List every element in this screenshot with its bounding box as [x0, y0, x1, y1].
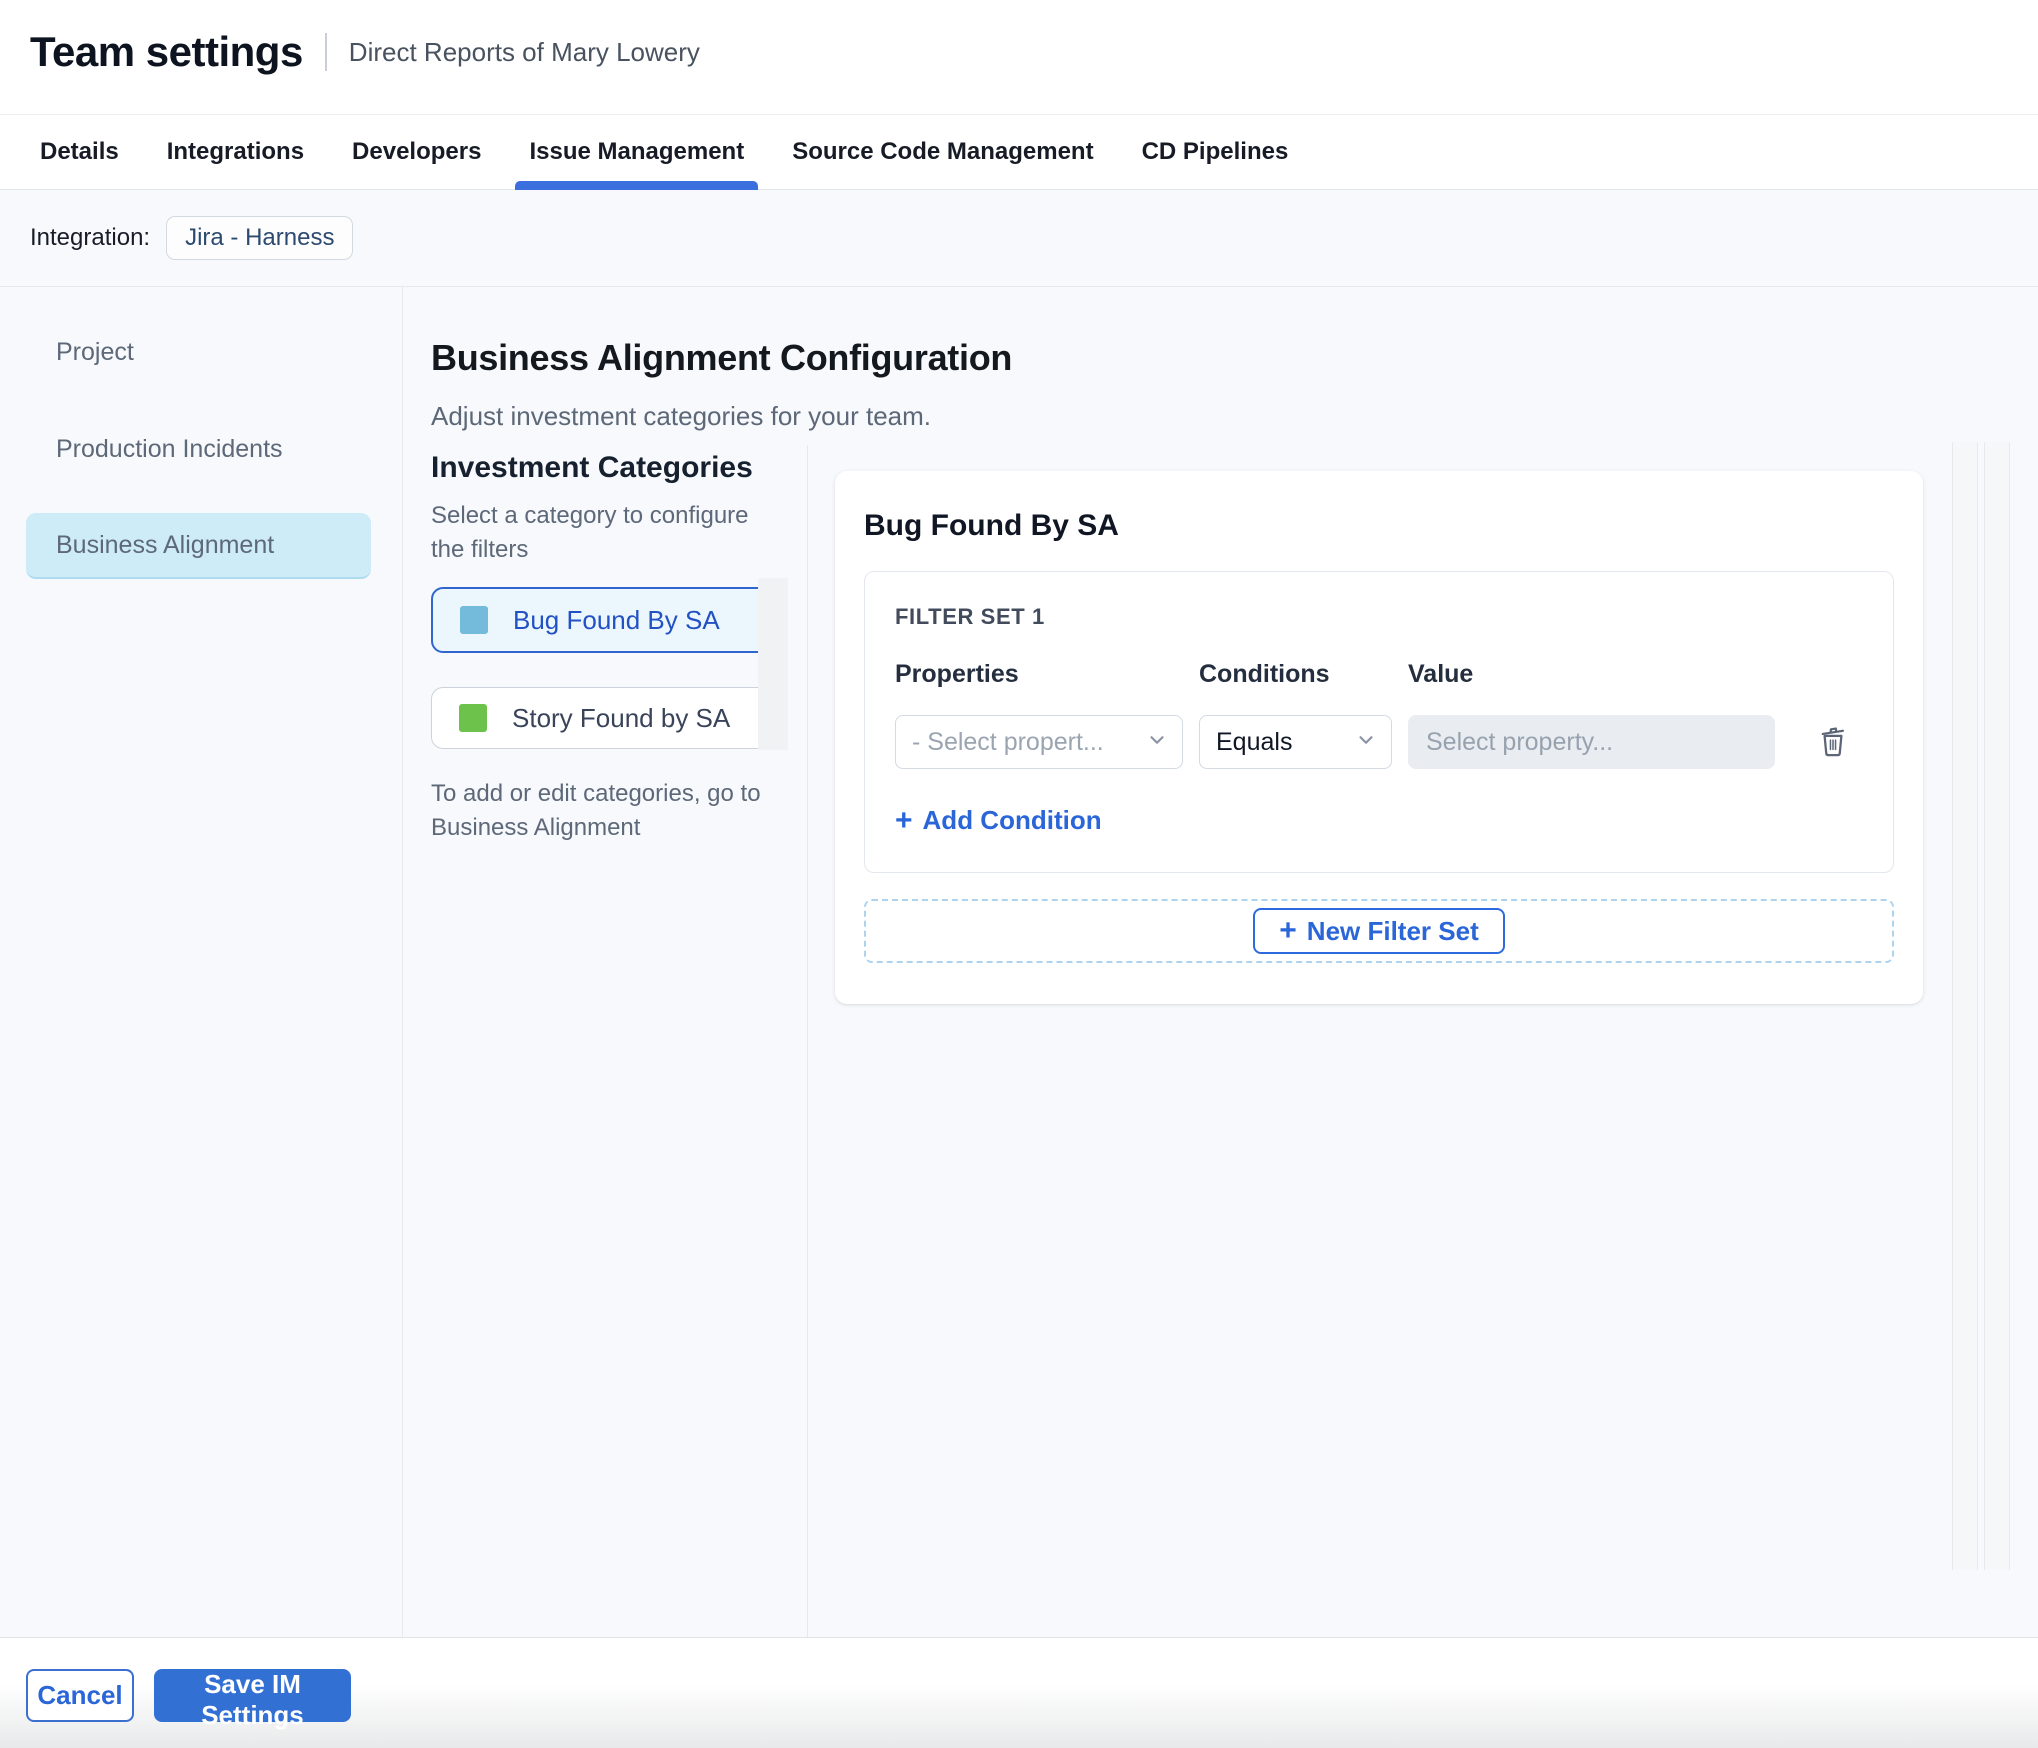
category-color-swatch-blue: [460, 606, 488, 634]
integration-chip[interactable]: Jira - Harness: [166, 216, 354, 260]
conditions-select[interactable]: Equals: [1199, 715, 1392, 769]
column-header-properties: Properties: [895, 660, 1019, 688]
value-input[interactable]: [1408, 715, 1775, 769]
sidebar-item-business-alignment[interactable]: Business Alignment: [26, 513, 371, 579]
tab-developers[interactable]: Developers: [338, 115, 495, 189]
categories-list: Bug Found By SA Story Found by SA: [431, 587, 807, 749]
content-area: Integration: Jira - Harness Project Prod…: [0, 190, 2038, 1637]
category-detail-card: Bug Found By SA FILTER SET 1 Properties …: [835, 471, 1923, 1004]
section-title: Business Alignment Configuration: [431, 337, 1013, 378]
tab-bar: Details Integrations Developers Issue Ma…: [0, 114, 2038, 190]
scrollbar-track-outer: [1984, 442, 2010, 1570]
filter-condition-row: - Select propert... Equals: [895, 715, 1863, 769]
categories-divider: [807, 445, 808, 1637]
plus-icon: +: [1279, 914, 1297, 947]
new-filter-set-label: New Filter Set: [1306, 915, 1479, 946]
category-bug-found-by-sa[interactable]: Bug Found By SA: [431, 587, 776, 653]
main-panel: Business Alignment Configuration Adjust …: [403, 287, 2038, 1637]
header: Team settings Direct Reports of Mary Low…: [0, 0, 2038, 114]
sidebar-item-production-incidents[interactable]: Production Incidents: [26, 416, 371, 482]
category-label: Bug Found By SA: [513, 604, 720, 635]
filter-set-label: FILTER SET 1: [895, 604, 1045, 629]
settings-sidebar: Project Production Incidents Business Al…: [0, 287, 403, 1637]
filter-set-box: FILTER SET 1 Properties Conditions Value…: [864, 571, 1894, 873]
add-condition-label: Add Condition: [922, 805, 1102, 835]
column-header-conditions: Conditions: [1199, 660, 1330, 688]
sidebar-item-project[interactable]: Project: [26, 319, 371, 385]
section-subtitle: Adjust investment categories for your te…: [431, 401, 932, 431]
tab-issue-management[interactable]: Issue Management: [515, 115, 758, 190]
categories-panel: Investment Categories Select a category …: [431, 445, 807, 845]
tab-source-code-management[interactable]: Source Code Management: [778, 115, 1107, 189]
conditions-select-value: Equals: [1216, 727, 1293, 756]
cancel-button[interactable]: Cancel: [26, 1669, 134, 1722]
column-header-value: Value: [1408, 660, 1474, 688]
categories-title: Investment Categories: [431, 451, 753, 484]
title-divider: [324, 33, 327, 71]
page-title: Team settings: [30, 28, 303, 75]
new-filter-set-dropzone: + New Filter Set: [864, 899, 1894, 963]
category-color-swatch-green: [459, 704, 487, 732]
new-filter-set-button[interactable]: + New Filter Set: [1253, 908, 1505, 954]
footer-action-bar: Cancel Save IM Settings: [0, 1637, 2038, 1748]
plus-icon: +: [895, 803, 913, 837]
page-subtitle: Direct Reports of Mary Lowery: [348, 36, 700, 67]
tab-cd-pipelines[interactable]: CD Pipelines: [1128, 115, 1303, 189]
integration-label: Integration:: [30, 224, 151, 251]
add-condition-button[interactable]: + Add Condition: [895, 805, 1102, 836]
tab-details[interactable]: Details: [26, 115, 133, 189]
category-detail-panel: Bug Found By SA FILTER SET 1 Properties …: [835, 445, 1923, 1004]
categories-helper: Select a category to configure the filte…: [431, 502, 749, 563]
category-label: Story Found by SA: [512, 702, 731, 733]
integration-row: Integration: Jira - Harness: [0, 190, 2038, 287]
scrollbar-track-inner: [1952, 442, 1978, 1570]
chevron-down-icon: [1355, 729, 1377, 756]
properties-select[interactable]: - Select propert...: [895, 715, 1183, 769]
chevron-down-icon: [1146, 729, 1168, 756]
delete-condition-button[interactable]: [1815, 721, 1851, 764]
category-story-found-by-sa[interactable]: Story Found by SA: [431, 687, 776, 749]
categories-footnote: To add or edit categories, go to Busines…: [431, 780, 761, 841]
save-im-settings-button[interactable]: Save IM Settings: [154, 1669, 351, 1730]
properties-select-placeholder: - Select propert...: [912, 727, 1104, 756]
filter-column-headers: Properties Conditions Value: [895, 660, 1863, 689]
categories-scrollbar-track: [758, 578, 788, 750]
trash-icon: [1815, 721, 1851, 764]
detail-card-title: Bug Found By SA: [864, 509, 1119, 542]
tab-integrations[interactable]: Integrations: [153, 115, 318, 189]
